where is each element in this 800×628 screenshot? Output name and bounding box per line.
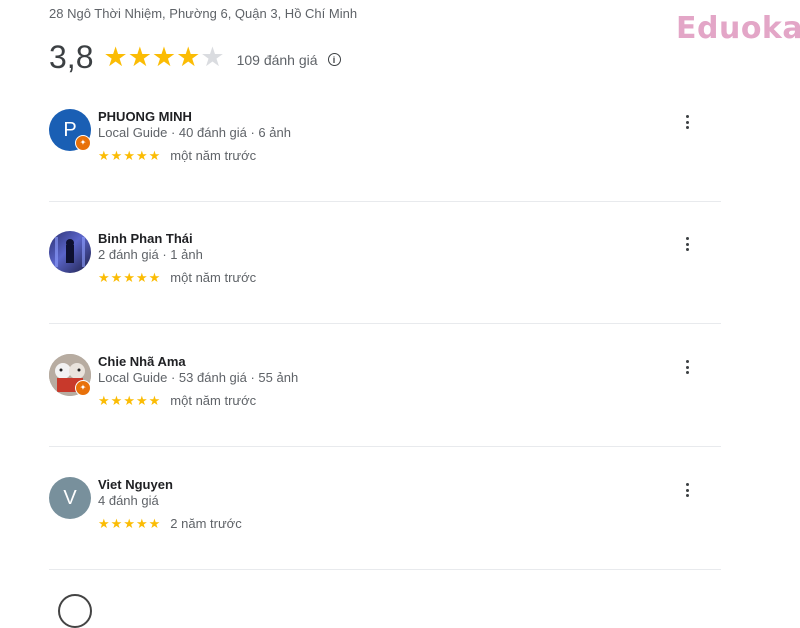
star-icon: ★ bbox=[127, 41, 152, 72]
star-icon: ★ bbox=[123, 270, 135, 285]
review-rating: ★ ★ ★ ★ ★ một năm trước bbox=[98, 270, 256, 285]
star-icon: ★ bbox=[135, 516, 148, 531]
avatar[interactable]: P ✦ bbox=[49, 109, 91, 151]
star-icon: ★ bbox=[123, 393, 135, 408]
divider bbox=[49, 446, 721, 447]
review-time: 2 năm trước bbox=[170, 516, 242, 531]
reviewer-name[interactable]: PHUONG MINH bbox=[98, 109, 192, 124]
reviewer-meta: 4 đánh giá bbox=[98, 493, 159, 508]
divider bbox=[49, 201, 721, 202]
star-icon: ★ bbox=[135, 148, 148, 163]
review-card: V Viet Nguyen 4 đánh giá ★ ★ ★ ★ ★ 2 năm… bbox=[49, 477, 721, 577]
star-icon: ★ bbox=[148, 516, 161, 531]
avatar[interactable] bbox=[58, 594, 92, 628]
star-icon: ★ bbox=[135, 270, 148, 285]
star-icon: ★ bbox=[110, 393, 123, 408]
star-icon: ★ bbox=[98, 148, 110, 163]
reviewer-name[interactable]: Binh Phan Thái bbox=[98, 231, 193, 246]
local-guide-badge-icon: ✦ bbox=[75, 380, 91, 396]
review-card: ✦ Chie Nhã Ama Local Guide · 53 đánh giá… bbox=[49, 354, 721, 454]
reviewer-meta: Local Guide · 53 đánh giá · 55 ảnh bbox=[98, 370, 299, 385]
avatar[interactable]: V bbox=[49, 477, 91, 519]
star-icon: ★ bbox=[103, 41, 128, 72]
star-icon: ★ bbox=[135, 393, 148, 408]
star-icon: ★ bbox=[151, 41, 177, 72]
avatar-letter: V bbox=[49, 477, 91, 519]
review-rating: ★ ★ ★ ★ ★ 2 năm trước bbox=[98, 516, 242, 531]
divider bbox=[49, 569, 721, 570]
star-icon: ★ bbox=[123, 148, 135, 163]
star-icon: ★ bbox=[98, 270, 110, 285]
place-address: 28 Ngô Thời Nhiệm, Phường 6, Quận 3, Hồ … bbox=[49, 6, 358, 21]
review-card: Binh Phan Thái 2 đánh giá · 1 ảnh ★ ★ ★ … bbox=[49, 231, 721, 331]
reviewer-meta: Local Guide · 40 đánh giá · 6 ảnh bbox=[98, 125, 291, 140]
more-options-icon[interactable] bbox=[680, 360, 694, 374]
star-icon: ★ bbox=[110, 148, 123, 163]
star-icon: ★ bbox=[110, 516, 123, 531]
more-options-icon[interactable] bbox=[680, 115, 694, 129]
star-icon: ★ bbox=[148, 270, 161, 285]
info-icon[interactable]: i bbox=[327, 53, 341, 66]
review-time: một năm trước bbox=[170, 393, 257, 408]
average-rating: 3,8 bbox=[49, 38, 94, 75]
avatar[interactable]: ✦ bbox=[49, 354, 91, 396]
rating-summary: 3,8 ★ ★ ★ ★ ★ 109 đánh giá i bbox=[49, 37, 341, 77]
avatar-photo bbox=[49, 231, 91, 273]
star-empty-icon: ★ bbox=[200, 41, 225, 72]
avatar[interactable] bbox=[49, 231, 91, 273]
review-time: một năm trước bbox=[170, 148, 257, 163]
divider bbox=[49, 323, 721, 324]
review-rating: ★ ★ ★ ★ ★ một năm trước bbox=[98, 148, 256, 163]
review-count[interactable]: 109 đánh giá bbox=[237, 52, 318, 68]
review-time: một năm trước bbox=[170, 270, 257, 285]
rating-stars: ★ ★ ★ ★ ★ bbox=[103, 41, 225, 72]
more-options-icon[interactable] bbox=[680, 483, 694, 497]
more-options-icon[interactable] bbox=[680, 237, 694, 251]
star-icon: ★ bbox=[148, 393, 161, 408]
star-icon: ★ bbox=[176, 41, 201, 72]
star-icon: ★ bbox=[98, 393, 110, 408]
star-icon: ★ bbox=[110, 270, 123, 285]
reviewer-name[interactable]: Chie Nhã Ama bbox=[98, 354, 186, 369]
star-icon: ★ bbox=[148, 148, 161, 163]
reviewer-meta: 2 đánh giá · 1 ảnh bbox=[98, 247, 203, 262]
reviewer-name[interactable]: Viet Nguyen bbox=[98, 477, 173, 492]
review-rating: ★ ★ ★ ★ ★ một năm trước bbox=[98, 393, 256, 408]
star-icon: ★ bbox=[98, 516, 110, 531]
local-guide-badge-icon: ✦ bbox=[75, 135, 91, 151]
review-card: P ✦ PHUONG MINH Local Guide · 40 đánh gi… bbox=[49, 109, 721, 209]
eduoka-watermark: Eduoka bbox=[676, 11, 800, 46]
star-icon: ★ bbox=[123, 516, 135, 531]
